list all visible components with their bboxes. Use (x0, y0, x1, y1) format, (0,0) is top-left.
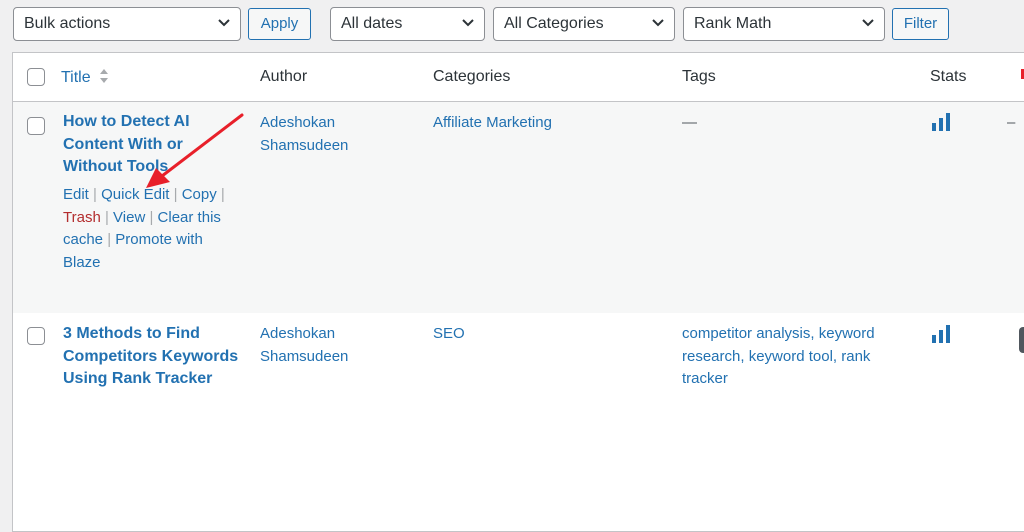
clear-cache-link-cont[interactable]: cache (63, 231, 103, 248)
tags-cell: competitor analysis, keyword research, k… (682, 323, 902, 391)
column-author-header: Author (260, 68, 308, 85)
extra-column-cell: – (1007, 114, 1016, 131)
dates-filter-select[interactable]: All dates (330, 7, 485, 41)
chevron-down-icon (218, 19, 230, 27)
clear-cache-link[interactable]: Clear this (158, 209, 221, 226)
promote-blaze-link-cont[interactable]: Blaze (63, 254, 101, 271)
bulk-actions-label: Bulk actions (24, 15, 111, 32)
categories-filter-label: All Categories (504, 15, 604, 32)
bar-chart-icon[interactable] (931, 113, 951, 131)
column-stats-header: Stats (930, 68, 967, 85)
table-row: How to Detect AI Content With or Without… (13, 102, 1024, 313)
seo-filter-label: Rank Math (694, 15, 772, 32)
select-all-checkbox[interactable] (27, 68, 45, 86)
extra-column-badge (1019, 327, 1024, 353)
author-link[interactable]: Adeshokan Shamsudeen (260, 323, 420, 368)
column-title-label: Title (61, 69, 91, 86)
tag-link[interactable]: competitor analysis, keyword (682, 323, 902, 346)
row-actions: Edit | Quick Edit | Copy | Trash | View … (63, 186, 225, 271)
filter-button[interactable]: Filter (892, 8, 949, 40)
tag-link[interactable]: research, keyword tool, rank (682, 346, 902, 369)
copy-link[interactable]: Copy (182, 186, 217, 203)
apply-button[interactable]: Apply (248, 8, 311, 40)
column-title-header[interactable]: Title (61, 68, 109, 87)
row-checkbox[interactable] (27, 327, 45, 345)
column-categories-header: Categories (433, 68, 511, 85)
table-row: 3 Methods to Find Competitors Keywords U… (13, 313, 1024, 531)
bulk-actions-select[interactable]: Bulk actions (13, 7, 241, 41)
view-link[interactable]: View (113, 209, 145, 226)
sort-arrows-icon (100, 69, 109, 83)
chevron-down-icon (462, 19, 474, 27)
author-link[interactable]: Adeshokan Shamsudeen (260, 112, 420, 157)
posts-table: Title Author Categories Tags Stats How t… (12, 52, 1024, 532)
column-tags-header: Tags (682, 68, 716, 85)
edit-link[interactable]: Edit (63, 186, 89, 203)
chevron-down-icon (862, 19, 874, 27)
categories-filter-select[interactable]: All Categories (493, 7, 675, 41)
row-checkbox[interactable] (27, 117, 45, 135)
promote-blaze-link[interactable]: Promote with (115, 231, 203, 248)
post-title-link[interactable]: 3 Methods to Find Competitors Keywords U… (63, 323, 253, 391)
quick-edit-link[interactable]: Quick Edit (101, 186, 169, 203)
seo-filter-select[interactable]: Rank Math (683, 7, 885, 41)
table-header: Title Author Categories Tags Stats (13, 53, 1024, 102)
tags-cell: — (682, 114, 697, 131)
category-link[interactable]: SEO (433, 323, 465, 346)
tablenav-top: Bulk actions Apply All dates All Categor… (0, 0, 1024, 50)
tag-link[interactable]: tracker (682, 368, 902, 391)
trash-link[interactable]: Trash (63, 209, 101, 226)
dates-filter-label: All dates (341, 15, 403, 32)
bar-chart-icon[interactable] (931, 325, 951, 343)
category-link[interactable]: Affiliate Marketing (433, 112, 552, 135)
post-title-link[interactable]: How to Detect AI Content With or Without… (63, 111, 243, 179)
chevron-down-icon (652, 19, 664, 27)
